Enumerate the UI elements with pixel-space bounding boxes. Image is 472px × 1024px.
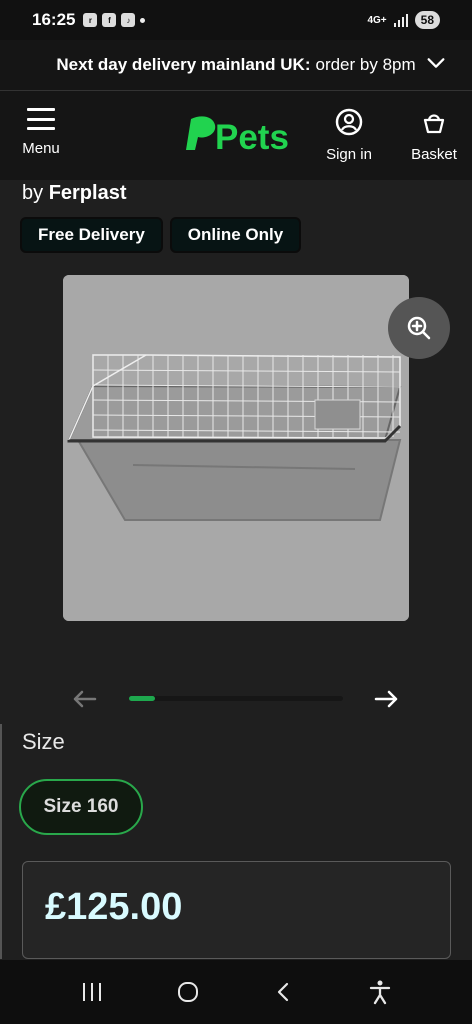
delivery-banner[interactable]: Next day delivery mainland UK: order by … [0,40,472,90]
account-icon [335,108,363,136]
notification-icons: r f ♪ [83,13,146,27]
badge-online-only: Online Only [169,217,302,253]
status-right: 4G+ 58 [367,11,440,29]
basket-button[interactable]: Basket [406,108,462,163]
badge-free-delivery: Free Delivery [20,217,163,253]
accessibility-icon [369,980,391,1005]
notification-dot-icon [140,17,146,23]
arrow-left-icon[interactable] [72,688,97,710]
signal-icon [393,14,408,27]
brand-link[interactable]: Ferplast [49,182,127,204]
sign-in-label: Sign in [326,146,372,163]
menu-button[interactable]: Menu [20,108,62,157]
back-button[interactable] [269,977,299,1007]
logo-text: Pets [215,118,289,155]
home-icon [178,982,198,1002]
chevron-down-icon[interactable] [425,52,447,74]
back-icon [277,982,289,1002]
size-title: Size [22,729,65,754]
carousel-progress-fill [129,696,155,701]
menu-label: Menu [22,140,60,157]
price-box: £125.00 [22,861,451,959]
accessibility-button[interactable] [365,977,395,1007]
network-label: 4G+ [367,14,387,26]
basket-label: Basket [411,146,457,163]
tiktok-icon: ♪ [121,13,136,27]
delivery-banner-text: order by 8pm [315,55,416,74]
site-header: Menu Pets Sign in Basket [0,90,472,180]
carousel-progress-track [129,696,343,701]
home-button[interactable] [173,977,203,1007]
product-badges: Free Delivery Online Only [20,217,302,253]
brand-prefix: by [22,182,44,204]
pets-logo[interactable]: Pets [185,111,289,155]
facebook-icon: f [102,13,117,27]
size-option-160[interactable]: Size 160 [19,779,143,835]
product-price: £125.00 [45,886,183,928]
brand-line: by Ferplast [22,182,127,205]
status-bar: 16:25 r f ♪ 4G+ 58 [0,0,472,40]
status-time: 16:25 [32,10,76,29]
ring-icon: r [83,13,98,27]
status-left: 16:25 r f ♪ [32,10,146,30]
arrow-right-icon[interactable] [374,688,399,710]
battery-indicator: 58 [414,11,440,29]
basket-icon [423,114,445,134]
zoom-button[interactable] [388,297,450,359]
sign-in-button[interactable]: Sign in [321,108,377,163]
zoom-in-icon [407,316,431,340]
product-image[interactable] [63,275,409,621]
android-navigation-bar [0,960,472,1024]
recent-apps-button[interactable] [77,977,107,1007]
image-carousel-navigation [0,688,472,712]
delivery-banner-strong: Next day delivery mainland UK: [56,55,311,74]
side-divider [0,724,2,959]
hamburger-icon [27,108,55,130]
cage-product-illustration [63,275,409,621]
recent-apps-icon [83,983,101,1001]
